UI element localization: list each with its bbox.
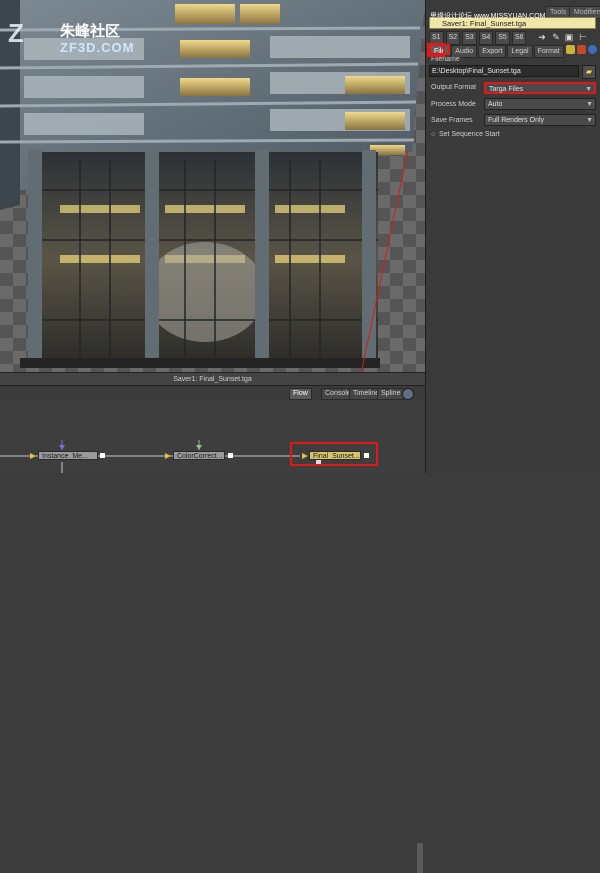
set-sequence-start-checkbox[interactable]: ○ [431, 131, 435, 138]
watermark-logo: Z [8, 18, 24, 48]
save-frames-value: Full Renders Only [488, 117, 545, 124]
filename-label: Filename [431, 56, 460, 63]
dropdown-arrow-icon: ▼ [586, 117, 593, 124]
filename-field[interactable]: E:\Desktop\Final_Sunset.tga [429, 65, 579, 77]
sequence-buttons-row: S1 S2 S3 S4 S5 S6 [429, 31, 528, 45]
info-icon[interactable] [587, 45, 597, 54]
s3-button[interactable]: S3 [462, 31, 477, 45]
watermark-brand-url: ZF3D.COM [60, 40, 135, 55]
node-output-port[interactable] [100, 453, 105, 458]
dropdown-arrow-icon: ▼ [586, 101, 593, 108]
output-format-value: Targa Files [489, 86, 524, 93]
tool-controls-panel: Tools Modifiers Saver1: Final_Sunset.tga… [425, 0, 600, 473]
tab-legal[interactable]: Legal [507, 45, 533, 58]
flow-editor[interactable]: Instance_Me... ColorCorrect... Final_Sun… [0, 400, 425, 873]
watermark-right: 思缘设计论坛 www.MISSYUAN.COM [430, 13, 546, 20]
highlight-file-tab [427, 43, 445, 57]
flow-scrollbar[interactable] [417, 843, 423, 873]
image-viewer[interactable]: Z 朱峰社区 ZF3D.COM Saver1: Final_Sunset.tga [0, 0, 425, 385]
saver-node[interactable]: Final_Sunset... [309, 451, 361, 460]
s6-button[interactable]: S6 [511, 31, 527, 45]
building-render-image [0, 0, 425, 372]
process-mode-dropdown[interactable]: Auto ▼ [484, 98, 596, 110]
tab-flow[interactable]: Flow [289, 388, 312, 400]
instance-node[interactable]: Instance_Me... [38, 451, 98, 460]
process-mode-label: Process Mode [431, 101, 476, 108]
arrow-right-icon[interactable]: ➔ [536, 31, 548, 43]
tab-format[interactable]: Format [533, 45, 564, 58]
node-output-port[interactable] [364, 453, 369, 458]
gear-icon[interactable] [576, 45, 586, 54]
save-frames-dropdown[interactable]: Full Renders Only ▼ [484, 114, 596, 126]
s4-button[interactable]: S4 [478, 31, 494, 45]
save-frames-label: Save Frames [431, 117, 473, 124]
s5-button[interactable]: S5 [495, 31, 510, 45]
set-sequence-start-label: Set Sequence Start [439, 131, 500, 138]
colorcorrect-node[interactable]: ColorCorrect... [173, 451, 225, 460]
control-subtabs: File Audio Export Legal Format [429, 44, 598, 58]
output-format-dropdown[interactable]: Targa Files ▼ [484, 82, 596, 94]
s2-button[interactable]: S2 [445, 31, 461, 45]
pick-icon[interactable]: ✎ [550, 31, 562, 43]
tab-spline[interactable]: Spline [377, 388, 405, 400]
output-format-label: Output Format [431, 84, 477, 91]
radiation-icon[interactable] [565, 45, 575, 54]
flow-options-icon[interactable] [402, 388, 414, 400]
folder-icon[interactable]: ▰ [582, 65, 596, 79]
process-mode-value: Auto [488, 101, 503, 108]
tab-export[interactable]: Export [478, 45, 507, 58]
node-output-port[interactable] [228, 453, 233, 458]
watermark-brand-cn: 朱峰社区 [60, 23, 121, 40]
reset-icon[interactable]: ⊢ [577, 31, 589, 43]
dropdown-arrow-icon: ▼ [585, 86, 592, 93]
viewer-caption: Saver1: Final_Sunset.tga [0, 372, 425, 385]
save-icon[interactable]: ▣ [563, 31, 575, 43]
node-preview-toggle[interactable] [316, 460, 321, 464]
